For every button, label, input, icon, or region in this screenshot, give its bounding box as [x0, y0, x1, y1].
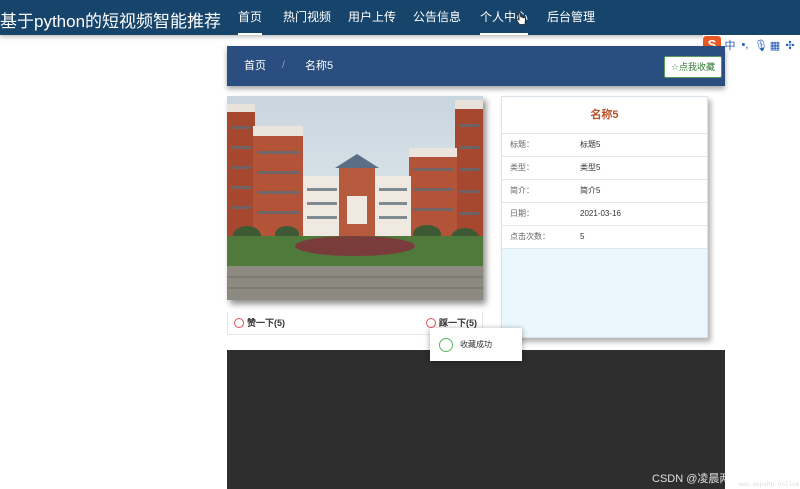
success-smile-icon: [439, 337, 453, 352]
punctuation-icon[interactable]: •,: [739, 39, 751, 51]
nav-item-hot-videos[interactable]: 热门视频: [283, 0, 331, 35]
detail-label: 点击次数：: [510, 232, 550, 241]
detail-value: 类型5: [580, 163, 601, 172]
watermark-url: www.aspshp.online: [738, 481, 800, 488]
hand-cursor-icon: [515, 12, 526, 25]
video-cover-image: [227, 96, 483, 300]
keyboard-icon[interactable]: ▦: [769, 39, 781, 52]
nav-item-user-upload[interactable]: 用户上传: [348, 0, 396, 35]
nav-item-announcements[interactable]: 公告信息: [413, 0, 461, 35]
microphone-icon[interactable]: 🎙: [754, 39, 768, 52]
detail-label: 简介：: [510, 186, 534, 195]
detail-label: 日期：: [510, 209, 534, 218]
detail-label: 类型：: [510, 163, 534, 172]
favorite-button[interactable]: ☆点我收藏: [664, 56, 722, 78]
detail-value: 简介5: [580, 186, 601, 195]
top-nav: 基于python的短视频智能推荐 首页 热门视频 用户上传 公告信息 个人中心 …: [0, 0, 800, 35]
video-player[interactable]: [227, 350, 725, 489]
detail-label: 标题：: [510, 140, 534, 149]
breadcrumb-home[interactable]: 首页: [244, 46, 266, 86]
frown-icon: [426, 317, 436, 328]
breadcrumb-separator: /: [282, 60, 285, 71]
nav-item-home[interactable]: 首页: [238, 0, 263, 35]
detail-row-title: 标题： 标题5: [502, 134, 707, 157]
detail-row-type: 类型： 类型5: [502, 157, 707, 180]
detail-card: 名称5 标题： 标题5 类型： 类型5 简介： 简介5 日期： 2021-03-…: [501, 96, 708, 338]
smile-icon: [234, 317, 244, 328]
nav-item-admin[interactable]: 后台管理: [547, 0, 595, 35]
breadcrumb-bar: 首页 / 名称5 ☆点我收藏: [227, 46, 725, 86]
like-button[interactable]: 赞一下(5): [234, 316, 285, 329]
ime-lang-toggle[interactable]: 中: [724, 37, 736, 53]
detail-row-clicks: 点击次数： 5: [502, 226, 707, 249]
toast-message: 收藏成功: [460, 340, 492, 349]
detail-value: 2021-03-16: [580, 209, 621, 218]
detail-row-date: 日期： 2021-03-16: [502, 203, 707, 226]
like-label: 赞一下(5): [247, 318, 285, 328]
breadcrumb-current: 名称5: [305, 60, 334, 72]
detail-row-intro: 简介： 简介5: [502, 180, 707, 203]
detail-value: 标题5: [580, 140, 601, 149]
detail-title: 名称5: [502, 97, 707, 134]
toolbox-icon[interactable]: ✣: [784, 39, 796, 52]
success-toast: 收藏成功: [430, 328, 522, 361]
site-title: 基于python的短视频智能推荐: [0, 12, 222, 31]
detail-value: 5: [580, 232, 585, 241]
